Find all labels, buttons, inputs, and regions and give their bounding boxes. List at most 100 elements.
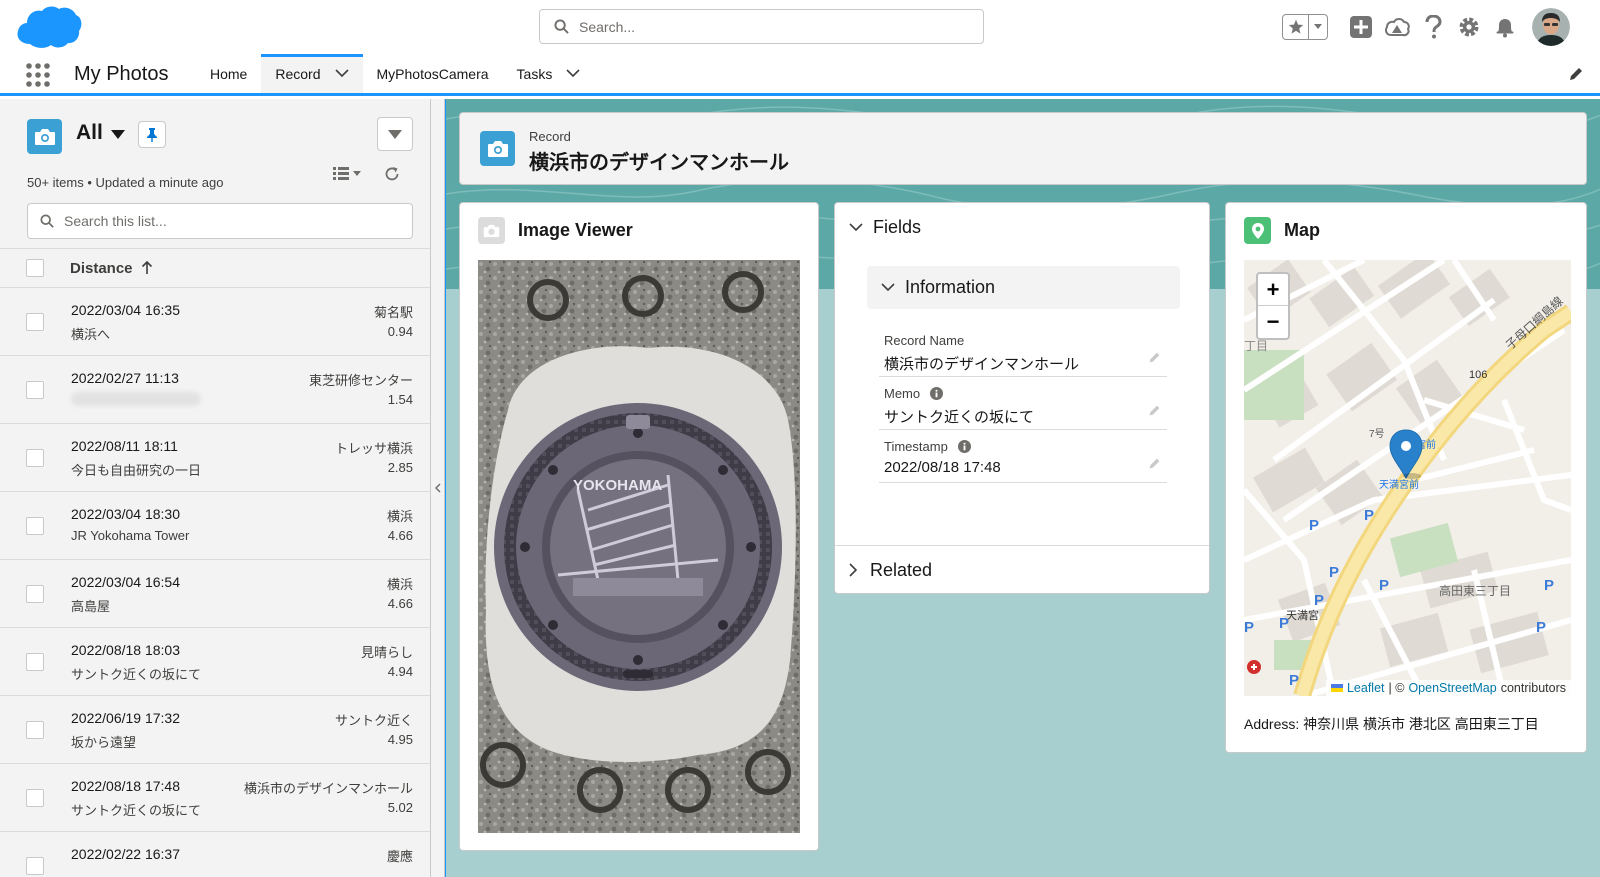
notifications-bell-icon[interactable] bbox=[1492, 14, 1518, 40]
row-title[interactable]: 2022/06/19 17:32 bbox=[71, 710, 180, 726]
nav-item-tasks[interactable]: Tasks bbox=[503, 54, 595, 93]
list-item[interactable]: 2022/03/04 16:35 横浜へ 菊名駅 0.94 bbox=[0, 288, 430, 356]
row-title[interactable]: 2022/02/27 11:13 bbox=[71, 370, 179, 386]
list-search[interactable] bbox=[27, 203, 413, 239]
row-title[interactable]: 2022/08/11 18:11 bbox=[71, 438, 178, 454]
add-icon[interactable] bbox=[1348, 14, 1374, 40]
info-icon[interactable] bbox=[930, 387, 944, 400]
row-title[interactable]: 2022/03/04 16:35 bbox=[71, 302, 180, 318]
row-checkbox[interactable] bbox=[26, 721, 44, 739]
list-item[interactable]: 2022/08/11 18:11 今日も自由研究の一日 トレッサ横浜 2.85 bbox=[0, 424, 430, 492]
favorites-star-icon[interactable] bbox=[1283, 15, 1309, 39]
salesforce-logo[interactable] bbox=[16, 4, 82, 50]
row-title[interactable]: 2022/08/18 18:03 bbox=[71, 642, 180, 658]
list-item[interactable]: 2022/02/22 16:37 慶應 bbox=[0, 832, 430, 877]
row-title[interactable]: 2022/03/04 16:54 bbox=[71, 574, 180, 590]
edit-pencil-icon[interactable] bbox=[1148, 351, 1161, 369]
svg-text:P: P bbox=[1289, 672, 1299, 689]
row-checkbox[interactable] bbox=[26, 857, 44, 875]
list-view-selector[interactable]: All bbox=[76, 121, 125, 145]
display-as-toggle[interactable] bbox=[333, 167, 361, 181]
list-item[interactable]: 2022/02/27 11:13 東芝研修センター 1.54 bbox=[0, 356, 430, 424]
list-rows: 2022/03/04 16:35 横浜へ 菊名駅 0.94 2022/02/27… bbox=[0, 288, 430, 877]
row-checkbox[interactable] bbox=[26, 789, 44, 807]
nav-item-label: Tasks bbox=[516, 65, 553, 82]
list-search-input[interactable] bbox=[64, 213, 384, 229]
favorites-dropdown-icon[interactable] bbox=[1309, 15, 1327, 39]
nav-item-record[interactable]: Record bbox=[261, 54, 363, 93]
fields-section-toggle[interactable]: Fields bbox=[849, 217, 921, 238]
row-place: サントク近く bbox=[334, 713, 413, 728]
info-icon[interactable] bbox=[957, 440, 971, 453]
pin-button[interactable] bbox=[138, 121, 166, 148]
row-checkbox[interactable] bbox=[26, 449, 44, 467]
nav-item-label: MyPhotosCamera bbox=[376, 65, 489, 82]
edit-pencil-icon[interactable] bbox=[1148, 404, 1161, 422]
field-record-name: Record Name 横浜市のデザインマンホール bbox=[879, 325, 1167, 377]
zoom-in-button[interactable]: + bbox=[1258, 274, 1288, 306]
svg-text:P: P bbox=[1544, 577, 1554, 594]
chevron-down-icon[interactable] bbox=[566, 69, 580, 78]
nav-item-label: Record bbox=[275, 65, 321, 82]
edit-pencil-icon[interactable] bbox=[1148, 457, 1161, 475]
chevron-left-icon bbox=[434, 483, 441, 493]
row-checkbox[interactable] bbox=[26, 517, 44, 535]
nav-item-myphotoscamera[interactable]: MyPhotosCamera bbox=[363, 54, 503, 93]
nav-items: Home Record MyPhotosCamera Tasks bbox=[196, 54, 594, 93]
row-place: 横浜市のデザインマンホール bbox=[243, 781, 413, 796]
zoom-out-button[interactable]: − bbox=[1258, 306, 1288, 338]
list-item[interactable]: 2022/03/04 16:54 高島屋 横浜 4.66 bbox=[0, 560, 430, 628]
row-checkbox[interactable] bbox=[26, 381, 44, 399]
row-checkbox[interactable] bbox=[26, 653, 44, 671]
row-checkbox[interactable] bbox=[26, 313, 44, 331]
chevron-down-icon[interactable] bbox=[334, 69, 349, 78]
row-distance: 5.02 bbox=[387, 800, 413, 815]
search-icon bbox=[554, 19, 569, 34]
help-icon[interactable] bbox=[1420, 14, 1446, 40]
row-place: トレッサ横浜 bbox=[334, 441, 413, 456]
list-item[interactable]: 2022/06/19 17:32 坂から遠望 サントク近く 4.95 bbox=[0, 696, 430, 764]
select-all-checkbox[interactable] bbox=[26, 259, 44, 277]
sort-ascending-icon[interactable] bbox=[141, 261, 153, 275]
row-distance: 4.94 bbox=[387, 664, 413, 679]
openstreetmap-link[interactable]: OpenStreetMap bbox=[1408, 681, 1496, 695]
avatar[interactable] bbox=[1532, 8, 1570, 46]
field-value: サントク近くの坂にて bbox=[884, 409, 1035, 426]
settings-gear-icon[interactable] bbox=[1456, 14, 1482, 40]
map-title: Map bbox=[1284, 220, 1320, 240]
split-view-toggle[interactable] bbox=[431, 99, 445, 877]
information-section-title: Information bbox=[905, 277, 996, 297]
list-item[interactable]: 2022/08/18 18:03 サントク近くの坂にて 見晴らし 4.94 bbox=[0, 628, 430, 696]
trailhead-icon[interactable] bbox=[1384, 14, 1410, 40]
app-launcher-icon[interactable] bbox=[25, 62, 51, 88]
map-view[interactable]: 子母口綱島線 106 7号 天満宮前 宮前 高田東三丁目 天満宮 丁目 PPPP… bbox=[1244, 260, 1571, 696]
global-search[interactable] bbox=[539, 9, 984, 44]
list-view-controls-button[interactable] bbox=[377, 117, 413, 151]
row-title[interactable]: 2022/02/22 16:37 bbox=[71, 846, 180, 862]
refresh-icon[interactable] bbox=[384, 166, 400, 187]
row-checkbox[interactable] bbox=[26, 585, 44, 603]
global-search-input[interactable] bbox=[579, 18, 959, 35]
list-item[interactable]: 2022/03/04 18:30 JR Yokohama Tower 横浜 4.… bbox=[0, 492, 430, 560]
nav-item-home[interactable]: Home bbox=[196, 54, 261, 93]
search-icon bbox=[40, 214, 54, 228]
field-label: Record Name bbox=[884, 333, 965, 348]
information-section-toggle[interactable]: Information bbox=[867, 266, 1180, 309]
row-title[interactable]: 2022/03/04 18:30 bbox=[71, 506, 180, 522]
row-subtitle-blurred bbox=[71, 392, 201, 409]
distance-column-label[interactable]: Distance bbox=[70, 260, 133, 277]
manhole-photo[interactable]: YOKOHAMA bbox=[478, 260, 800, 833]
record-workspace: Record 横浜市のデザインマンホール Image Viewer YOKOHA… bbox=[445, 99, 1600, 877]
record-title: 横浜市のデザインマンホール bbox=[529, 152, 789, 174]
row-distance: 2.85 bbox=[387, 460, 413, 475]
row-subtitle: サントク近くの坂にて bbox=[71, 803, 202, 818]
row-title[interactable]: 2022/08/18 17:48 bbox=[71, 778, 180, 794]
leaflet-link[interactable]: Leaflet bbox=[1347, 681, 1385, 695]
row-place: 横浜 bbox=[386, 509, 413, 524]
related-section-toggle[interactable]: Related bbox=[835, 545, 1209, 594]
field-value: 横浜市のデザインマンホール bbox=[884, 356, 1080, 373]
list-item[interactable]: 2022/08/18 17:48 サントク近くの坂にて 横浜市のデザインマンホー… bbox=[0, 764, 430, 832]
row-place: 慶應 bbox=[386, 849, 413, 864]
edit-nav-pencil-icon[interactable] bbox=[1568, 66, 1584, 87]
svg-text:P: P bbox=[1536, 619, 1546, 636]
